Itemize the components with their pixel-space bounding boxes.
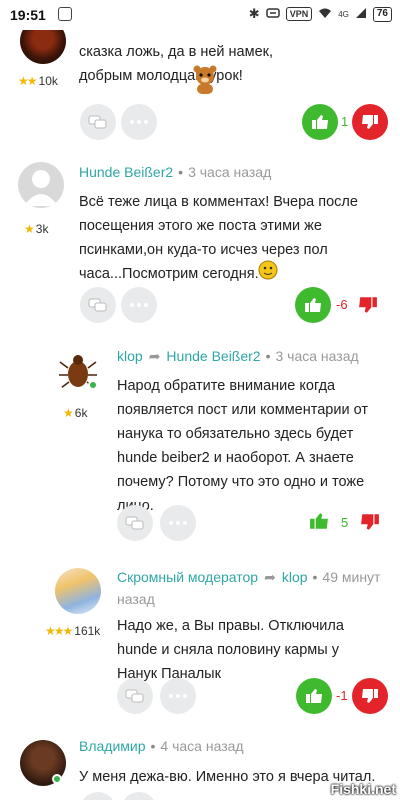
vote-score: -6 <box>336 297 348 312</box>
star-icon: ★ <box>24 222 35 236</box>
star-icon: ★ <box>63 406 74 420</box>
wifi-icon <box>318 7 332 22</box>
speech-bubbles-icon <box>88 298 107 312</box>
karma: ★★ 10k <box>18 74 58 88</box>
karma: ★ 6k <box>63 406 88 420</box>
downvote-button[interactable] <box>352 678 388 714</box>
smiley-emoji <box>258 260 278 280</box>
ellipsis-icon <box>169 521 187 525</box>
vote-score: 1 <box>341 114 349 129</box>
downvote-button[interactable] <box>358 296 378 314</box>
upvote-button[interactable] <box>295 287 331 323</box>
status-icons: ✱ VPN 4G 76 <box>249 6 392 22</box>
reply-button[interactable] <box>117 678 153 714</box>
comment-time: 4 часа назад <box>160 738 244 754</box>
signal-icon <box>355 7 367 22</box>
author-name[interactable]: Hunde Beißer2 <box>79 164 173 180</box>
reply-button[interactable] <box>80 287 116 323</box>
status-time: 19:51 <box>10 7 46 23</box>
ellipsis-icon <box>130 303 148 307</box>
upvote-button[interactable] <box>302 104 338 140</box>
emoji-sticker <box>190 64 220 96</box>
speech-bubbles-icon <box>125 516 144 530</box>
reply-arrow-icon: ➦ <box>148 348 161 364</box>
star-icon: ★★ <box>18 74 37 88</box>
online-indicator <box>52 774 62 784</box>
ellipsis-icon <box>130 120 148 124</box>
mute-icon <box>265 7 280 22</box>
more-options-button[interactable] <box>121 792 157 800</box>
bluetooth-icon: ✱ <box>248 6 260 21</box>
comment-text: Народ обратите внимание когда появляется… <box>117 378 368 514</box>
downvote-button[interactable] <box>360 513 380 531</box>
comment-text: Надо же, а Вы правы. Отключила hunde и с… <box>117 618 344 682</box>
reply-arrow-icon: ➦ <box>264 569 276 585</box>
comment: ★ 3k Hunde Beißer2 • 3 часа назад Всё теже… <box>0 150 400 330</box>
thumbs-up-icon <box>305 298 321 312</box>
upvote-button[interactable] <box>296 678 332 714</box>
battery-indicator: 76 <box>372 6 392 22</box>
more-options-button[interactable] <box>121 104 157 140</box>
upvote-button[interactable] <box>309 512 329 530</box>
reply-to-name[interactable]: klop <box>282 569 308 585</box>
thumbs-up-icon <box>310 513 328 529</box>
vpn-badge: VPN <box>285 7 313 21</box>
comment-header: Владимир • 4 часа назад <box>79 738 244 754</box>
network-type: 4G <box>338 9 349 19</box>
more-options-button[interactable] <box>160 678 196 714</box>
avatar[interactable] <box>55 568 101 614</box>
comment-text: Всё теже лица в комментах! Вчера после п… <box>79 194 358 282</box>
karma: ★ 3k <box>24 222 49 236</box>
reply-button[interactable] <box>80 792 116 800</box>
comment-reply: ★ 6k klop ➦ Hunde Beißer2 • 3 часа назад Нар… <box>0 330 400 550</box>
speech-bubbles-icon <box>88 115 107 129</box>
vote-score: 5 <box>341 515 349 530</box>
notification-icon <box>58 7 72 21</box>
thumbs-down-icon <box>362 689 378 703</box>
comment-header: Hunde Beißer2 • 3 часа назад <box>79 164 272 180</box>
speech-bubbles-icon <box>125 689 144 703</box>
more-options-button[interactable] <box>121 287 157 323</box>
star-icon: ★★★ <box>45 624 73 638</box>
author-name[interactable]: Владимир <box>79 738 146 754</box>
thumbs-down-icon <box>359 297 377 313</box>
comment-reply: ★★★ 161k Скромный модератор ➦ klop • 49 мину… <box>0 550 400 720</box>
vote-score: -1 <box>336 688 348 703</box>
comment-time: 3 часа назад <box>188 164 272 180</box>
thumbs-up-icon <box>312 115 328 129</box>
reply-button[interactable] <box>117 505 153 541</box>
reply-to-name[interactable]: Hunde Beißer2 <box>166 348 260 364</box>
more-options-button[interactable] <box>160 505 196 541</box>
comment-header: klop ➦ Hunde Beißer2 • 3 часа назад <box>117 348 359 364</box>
thumbs-down-icon <box>361 514 379 530</box>
default-user-icon <box>24 170 58 206</box>
watermark: Fishki.net <box>330 781 396 797</box>
comment-header: Скромный модератор ➦ klop • 49 минут назад <box>117 569 381 607</box>
avatar[interactable] <box>18 162 64 208</box>
comment-time: 3 часа назад <box>275 348 359 364</box>
status-bar: 19:51 ✱ VPN 4G 76 <box>0 0 400 30</box>
karma: ★★★ 161k <box>45 624 101 638</box>
downvote-button[interactable] <box>352 104 388 140</box>
reply-button[interactable] <box>80 104 116 140</box>
thumbs-down-icon <box>362 115 378 129</box>
author-name[interactable]: Скромный модератор <box>117 569 258 585</box>
ellipsis-icon <box>169 694 187 698</box>
author-name[interactable]: klop <box>117 348 143 364</box>
thumbs-up-icon <box>306 689 322 703</box>
online-indicator <box>88 380 98 390</box>
